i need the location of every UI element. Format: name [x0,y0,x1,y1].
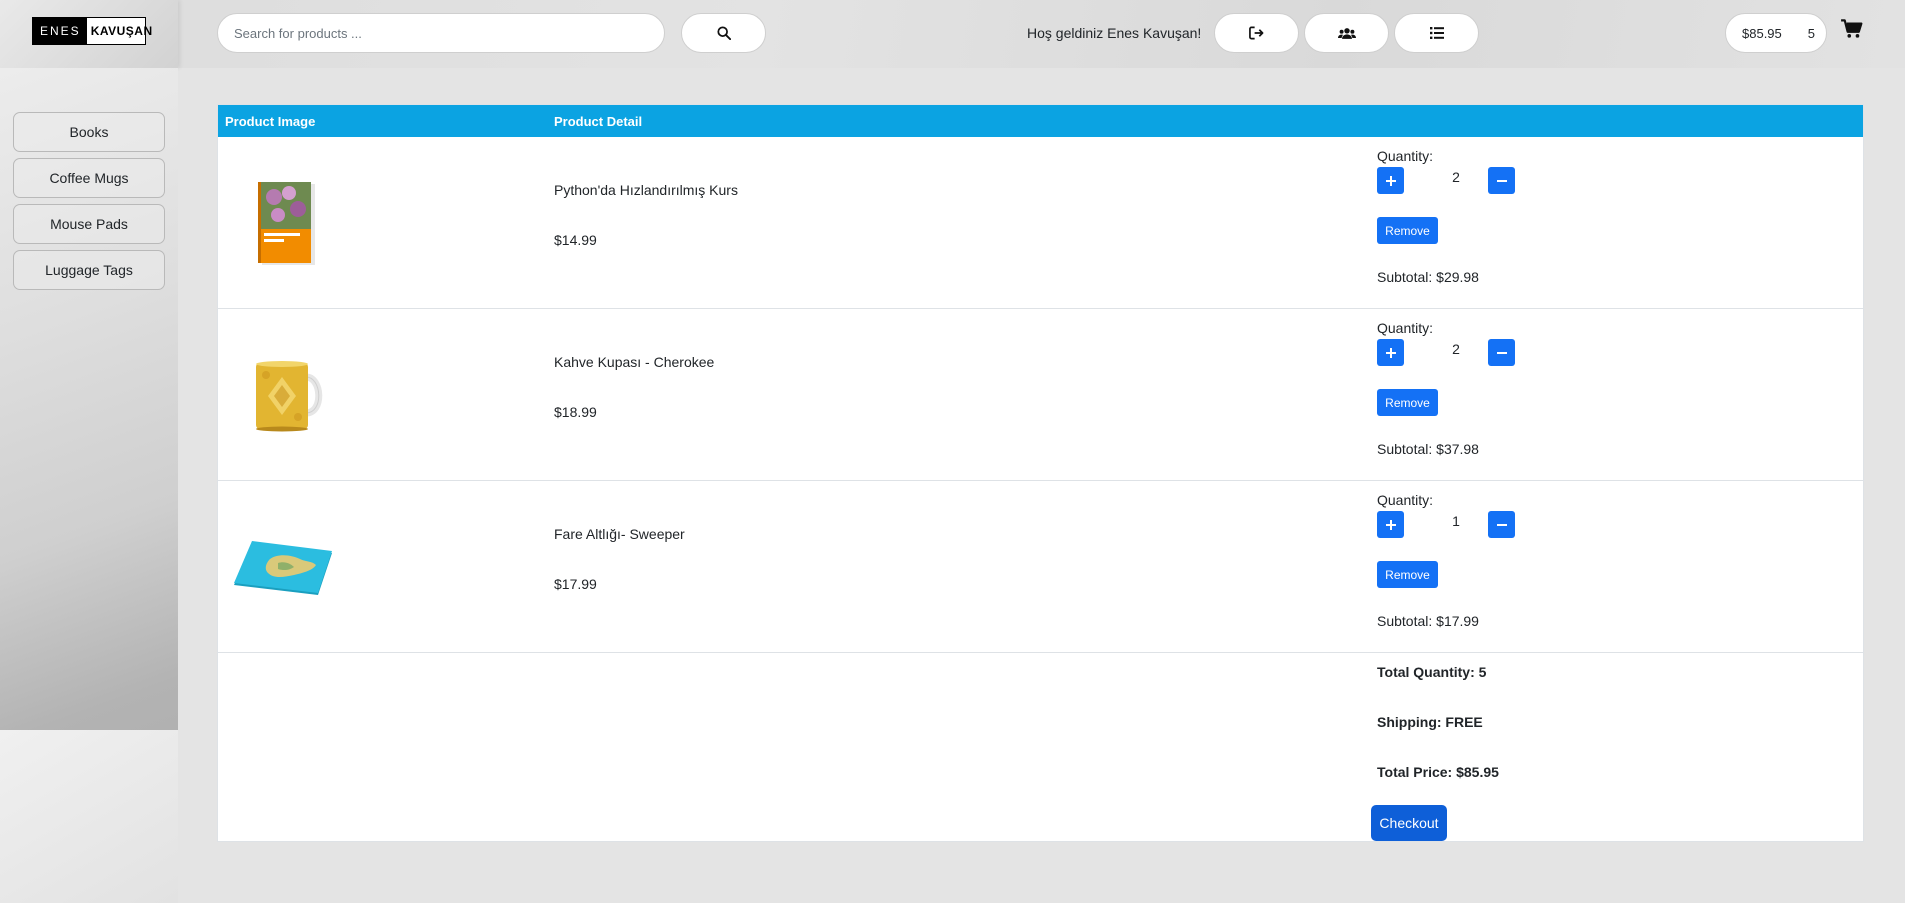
brand-logo-part1: ENES [33,18,87,44]
list-icon [1429,27,1444,39]
total-price: Total Price: $85.95 [1377,764,1499,780]
column-header-product-image: Product Image [225,114,316,129]
item-subtotal: Subtotal: $17.99 [1377,613,1479,629]
search-input[interactable] [217,13,665,53]
total-quantity: Total Quantity: 5 [1377,664,1487,680]
increase-quantity-button[interactable] [1377,339,1404,366]
product-name[interactable]: Kahve Kupası - Cherokee [554,354,714,370]
sign-out-icon [1249,26,1264,40]
table-row: Kahve Kupası - Cherokee $18.99 Quantity:… [218,309,1863,481]
top-navbar: ENES KAVUŞAN Hoş geldiniz Enes Kavuşan! [0,0,1905,68]
quantity-value: 2 [1452,341,1460,357]
orders-button[interactable] [1394,13,1479,53]
product-image-mug[interactable] [254,359,332,433]
product-price: $14.99 [554,232,597,248]
minus-icon [1496,351,1507,354]
plus-icon [1385,347,1396,358]
sidebar-item-luggage-tags[interactable]: Luggage Tags [13,250,165,290]
item-subtotal: Subtotal: $37.98 [1377,441,1479,457]
logout-button[interactable] [1214,13,1299,53]
minus-icon [1496,179,1507,182]
product-image-mousepad[interactable] [232,537,334,601]
shipping-info: Shipping: FREE [1377,714,1483,730]
cart-item-count: 5 [1807,25,1815,41]
cart-summary-pill[interactable]: $85.95 5 [1725,13,1827,53]
product-image-book[interactable] [256,181,318,267]
table-header: Product Image Product Detail [218,105,1863,137]
increase-quantity-button[interactable] [1377,511,1404,538]
logo-area: ENES KAVUŞAN [0,0,178,68]
quantity-label: Quantity: [1377,320,1434,336]
plus-icon [1385,519,1396,530]
decrease-quantity-button[interactable] [1488,167,1515,194]
item-subtotal: Subtotal: $29.98 [1377,269,1479,285]
quantity-label: Quantity: [1377,492,1434,508]
table-row: Fare Altlığı- Sweeper $17.99 Quantity: 1… [218,481,1863,653]
sidebar-item-books[interactable]: Books [13,112,165,152]
shopping-cart-icon[interactable] [1841,19,1863,39]
users-button[interactable] [1304,13,1389,53]
remove-item-button[interactable]: Remove [1377,561,1438,588]
product-name[interactable]: Fare Altlığı- Sweeper [554,526,685,542]
quantity-label: Quantity: [1377,148,1434,164]
checkout-button[interactable]: Checkout [1371,805,1447,841]
cart-table: Product Image Product Detail Python'da H… [217,104,1864,842]
column-header-product-detail: Product Detail [554,114,643,129]
product-name[interactable]: Python'da Hızlandırılmış Kurs [554,182,738,198]
users-icon [1337,27,1356,39]
brand-logo-part2: KAVUŞAN [90,24,153,38]
table-row: Python'da Hızlandırılmış Kurs $14.99 Qua… [218,137,1863,309]
product-price: $17.99 [554,576,597,592]
product-price: $18.99 [554,404,597,420]
brand-logo[interactable]: ENES KAVUŞAN [32,17,152,45]
search-icon [716,26,731,40]
quantity-value: 2 [1452,169,1460,185]
remove-item-button[interactable]: Remove [1377,217,1438,244]
decrease-quantity-button[interactable] [1488,511,1515,538]
sidebar-item-mouse-pads[interactable]: Mouse Pads [13,204,165,244]
sidebar-item-coffee-mugs[interactable]: Coffee Mugs [13,158,165,198]
sidebar-background-lower [0,730,178,903]
quantity-value: 1 [1452,513,1460,529]
welcome-text: Hoş geldiniz Enes Kavuşan! [1027,25,1202,41]
cart-total-amount: $85.95 [1742,25,1782,41]
remove-item-button[interactable]: Remove [1377,389,1438,416]
search-button[interactable] [681,13,766,53]
plus-icon [1385,175,1396,186]
decrease-quantity-button[interactable] [1488,339,1515,366]
minus-icon [1496,523,1507,526]
increase-quantity-button[interactable] [1377,167,1404,194]
